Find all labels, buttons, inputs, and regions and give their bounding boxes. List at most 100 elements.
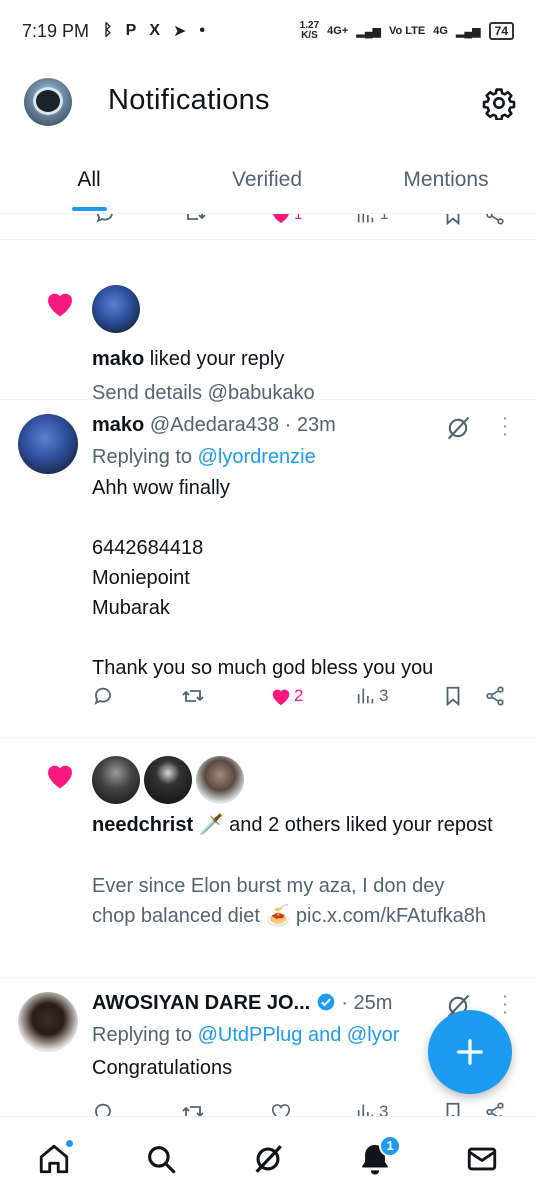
volte-indicator: Vo LTE xyxy=(388,25,426,37)
avatar[interactable] xyxy=(196,756,244,804)
replying-to-link[interactable]: @UtdPPlug and @lyor xyxy=(198,1024,400,1046)
replying-to-link[interactable]: @lyordrenzie xyxy=(198,446,316,468)
views-icon[interactable] xyxy=(355,685,377,707)
notification-action: and 2 others liked your repost xyxy=(223,814,493,836)
repost-icon[interactable] xyxy=(182,214,208,226)
status-time: 7:19 PM xyxy=(22,20,90,41)
avatar[interactable] xyxy=(18,992,78,1052)
compose-post-button[interactable] xyxy=(428,1010,512,1094)
liked-heart-icon[interactable] xyxy=(270,214,292,224)
tweet-time: · 25m xyxy=(341,992,393,1014)
gear-icon[interactable] xyxy=(482,86,516,120)
notification-user[interactable]: needchrist xyxy=(92,814,193,836)
status-right: 1.27 K/S 4G+ ▂▄▆ Vo LTE 4G ▂▄▆ 74 xyxy=(300,21,514,41)
tab-all[interactable]: All xyxy=(0,144,178,213)
tweet-line: Ahh wow finally xyxy=(92,477,230,499)
unread-dot xyxy=(64,1138,74,1148)
signal-icon-2: ▂▄▆ xyxy=(455,25,481,38)
replying-to: Replying to @UtdPPlug and @lyor xyxy=(92,1020,422,1050)
replying-prefix: Replying to xyxy=(92,1024,198,1046)
partial-actions-row: 1 1 xyxy=(0,214,536,240)
share-icon[interactable] xyxy=(484,214,506,226)
bookmark-icon[interactable] xyxy=(442,685,464,707)
app-icon-3: X xyxy=(149,22,160,39)
notification-snippet: Ever since Elon burst my aza, I don dey … xyxy=(92,875,487,927)
author-name[interactable]: AWOSIYAN DARE JO... xyxy=(92,992,310,1014)
signal-icon: ▂▄▆ xyxy=(356,25,381,38)
status-app-icons: ᛒ P X ➤ • xyxy=(103,21,205,41)
bookmark-icon[interactable] xyxy=(442,1101,464,1116)
repost-icon[interactable] xyxy=(180,684,206,708)
nav-notifications[interactable]: 1 xyxy=(353,1134,402,1181)
avatar[interactable] xyxy=(92,285,140,333)
grok-icon[interactable] xyxy=(444,414,472,442)
notifications-feed[interactable]: 1 1 mako liked your reply Send details @… xyxy=(0,214,536,1116)
repost-icon[interactable] xyxy=(180,1100,206,1116)
replying-to: Replying to @lyordrenzie xyxy=(92,442,316,472)
app-icon-1: ᛒ xyxy=(103,22,113,39)
plus-icon xyxy=(457,1039,483,1065)
avatar[interactable] xyxy=(18,414,78,474)
avatar[interactable] xyxy=(92,756,140,804)
bottom-navigation: 1 xyxy=(0,1116,536,1200)
battery-icon: 74 xyxy=(488,22,514,40)
reply-icon[interactable] xyxy=(92,684,116,708)
tweet-line: 6442684418 xyxy=(92,537,204,559)
tweet-actions: 2 3 xyxy=(92,682,510,710)
app-icon-4: ➤ xyxy=(173,23,187,40)
share-icon[interactable] xyxy=(484,685,506,707)
notification-text: mako liked your reply xyxy=(92,344,512,374)
replying-prefix: Replying to xyxy=(92,446,198,468)
profile-avatar[interactable] xyxy=(24,78,72,126)
tweet-line: Mubarak xyxy=(92,597,170,619)
more-options-icon[interactable]: · · · xyxy=(500,408,510,444)
tweet-body: Congratulations xyxy=(92,1057,233,1079)
grok-icon xyxy=(255,1144,282,1173)
reply-icon[interactable] xyxy=(92,1100,116,1116)
author-handle[interactable]: @Adedara438 xyxy=(150,414,279,436)
network-speed: 1.27 K/S xyxy=(300,21,319,41)
tweet-line xyxy=(92,503,512,533)
view-count: 3 xyxy=(379,1102,389,1116)
more-options-icon[interactable]: · · · xyxy=(500,986,510,1022)
like-icon[interactable] xyxy=(270,1101,292,1116)
page-title: Notifications xyxy=(108,84,270,116)
avatar[interactable] xyxy=(144,756,192,804)
author-name[interactable]: mako xyxy=(92,414,144,436)
tweet-actions: 3 xyxy=(92,1098,510,1116)
tab-bar: All Verified Mentions xyxy=(0,144,536,214)
like-count: 2 xyxy=(294,686,304,705)
like-notification[interactable]: needchrist 🗡️ and 2 others liked your re… xyxy=(0,738,536,978)
notification-user[interactable]: mako xyxy=(92,348,144,370)
nav-search[interactable] xyxy=(139,1137,183,1181)
tweet-line: Moniepoint xyxy=(92,567,190,589)
views-icon[interactable] xyxy=(355,214,377,226)
partial-view-count: 1 xyxy=(380,214,389,223)
view-count: 3 xyxy=(379,686,389,705)
tab-verified[interactable]: Verified xyxy=(178,144,356,213)
nav-messages[interactable] xyxy=(460,1137,504,1181)
network-4g-plus: 4G+ xyxy=(327,25,349,37)
header: Notifications xyxy=(0,62,536,144)
like-heart-icon xyxy=(48,765,72,789)
notification-count-badge: 1 xyxy=(379,1134,402,1157)
bookmark-icon[interactable] xyxy=(442,214,464,226)
views-icon[interactable] xyxy=(355,1101,377,1116)
app-icon-5: • xyxy=(199,22,206,39)
notification-text: needchrist 🗡️ and 2 others liked your re… xyxy=(92,810,512,840)
tweet-header: mako @Adedara438 · 23m xyxy=(92,410,336,440)
tab-mentions[interactable]: Mentions xyxy=(356,144,536,213)
reply-tweet[interactable]: mako @Adedara438 · 23m · · · Replying to @… xyxy=(0,400,536,738)
search-icon xyxy=(147,1145,176,1173)
tweet-header: AWOSIYAN DARE JO... · 25m xyxy=(92,988,392,1018)
nav-grok[interactable] xyxy=(246,1137,290,1181)
verified-badge-icon xyxy=(317,993,335,1011)
nav-home[interactable] xyxy=(32,1137,76,1181)
share-icon[interactable] xyxy=(484,1101,506,1116)
user-emoji: 🗡️ xyxy=(198,814,224,836)
liked-heart-icon[interactable] xyxy=(270,685,292,707)
reply-icon[interactable] xyxy=(94,214,118,226)
partial-like-count: 1 xyxy=(294,214,303,223)
tweet-line: Thank you so much god bless you you xyxy=(92,657,434,679)
like-notification[interactable]: mako liked your reply Send details @babu… xyxy=(0,240,536,404)
